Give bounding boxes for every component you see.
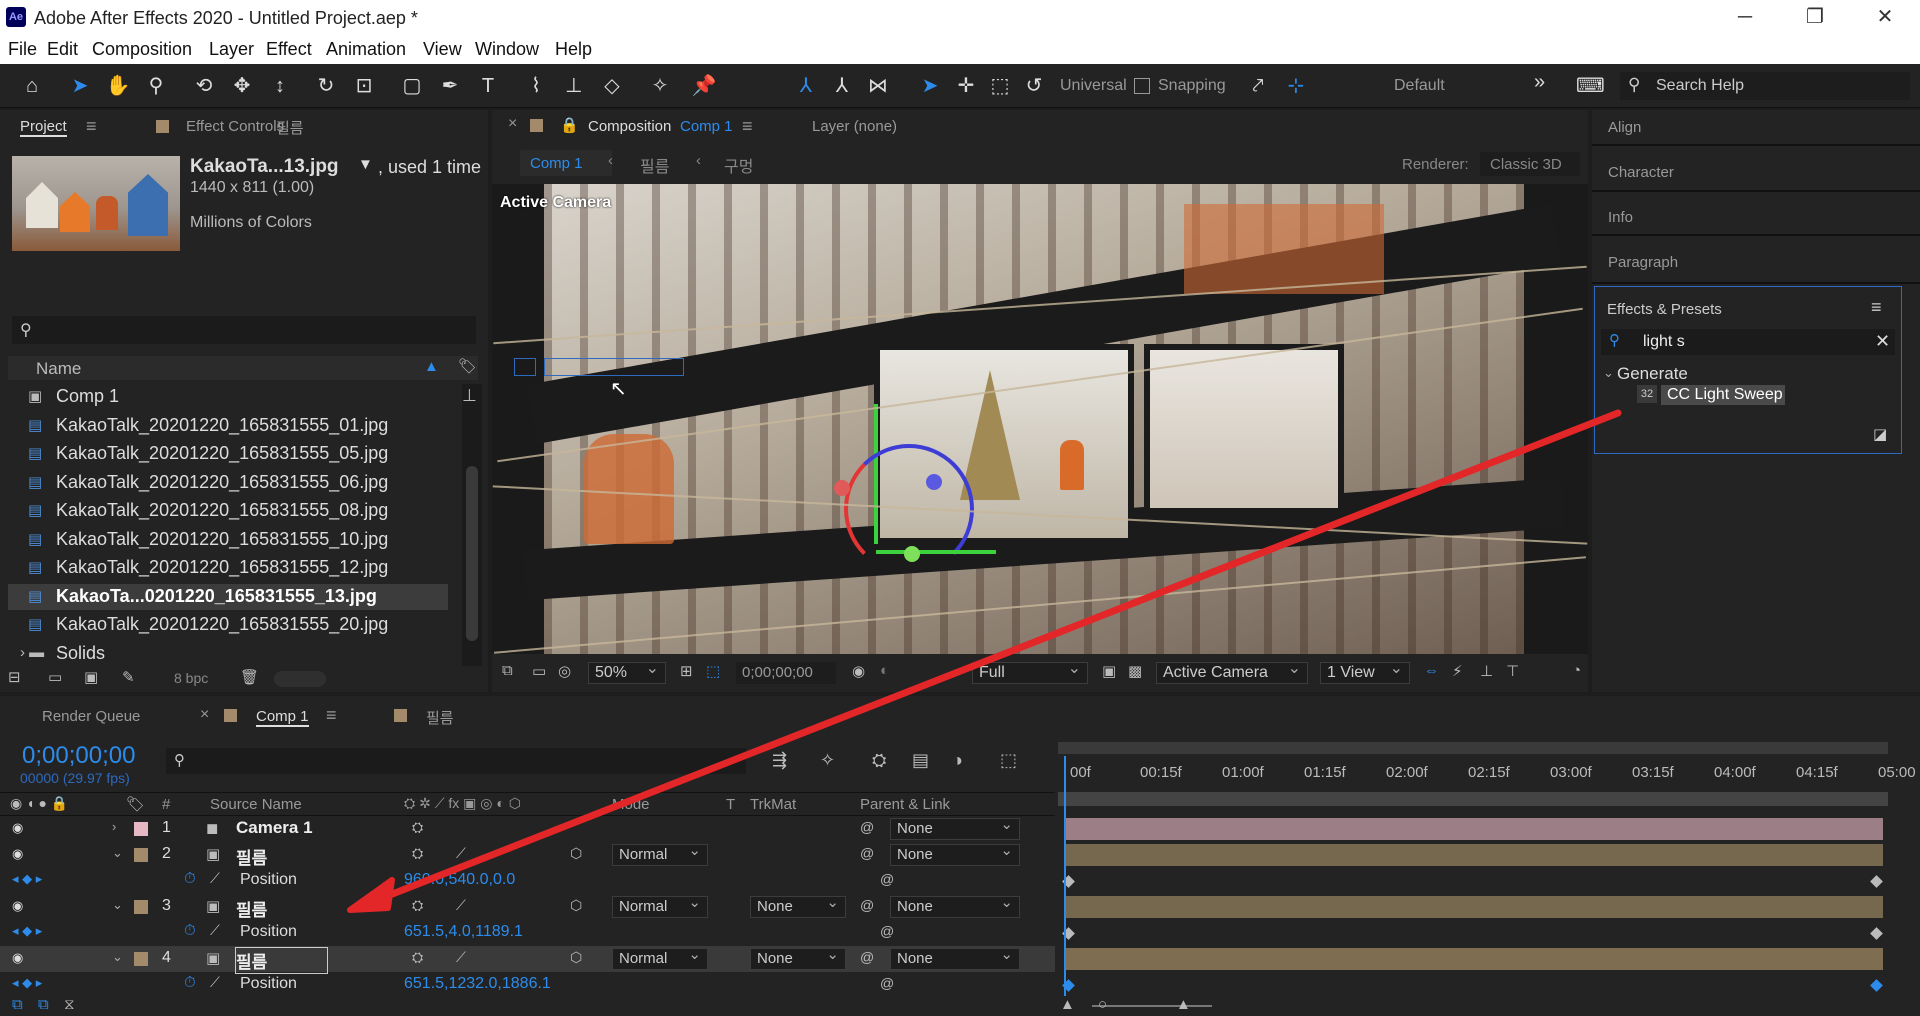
red-arrow-annotation <box>347 409 1622 913</box>
